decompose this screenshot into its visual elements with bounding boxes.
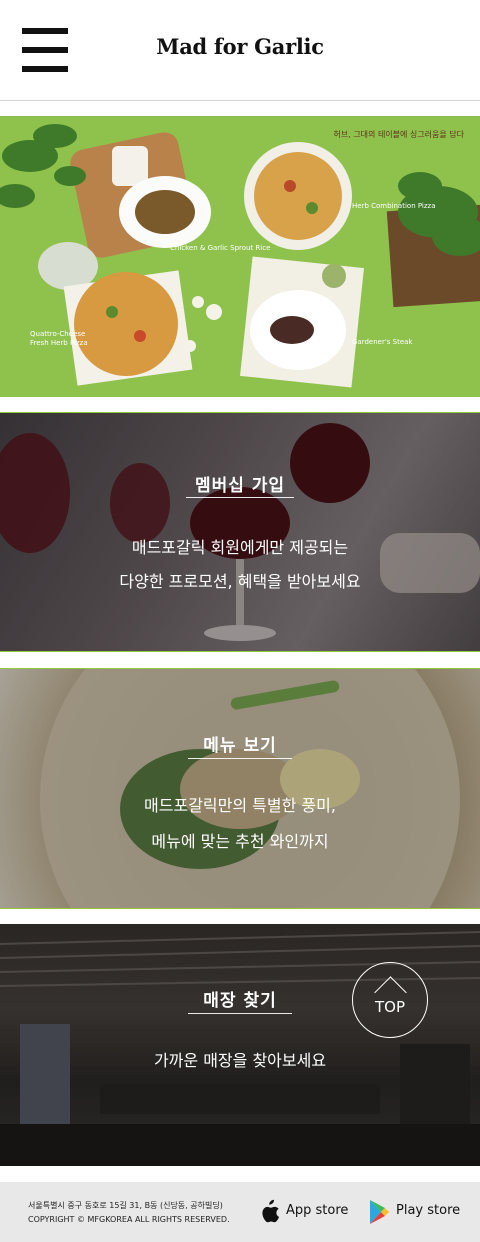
menu-title: 메뉴 보기 [203,736,277,756]
app-store-button[interactable]: App store [258,1199,352,1227]
play-store-label: Play store [396,1203,461,1218]
address-text: 서울특별시 중구 동호로 15길 31, B동 (신당동, 공하빌딩) [28,1201,223,1210]
store-desc-line1: 가까운 매장을 찾아보세요 [153,1051,327,1070]
apple-icon [262,1199,279,1223]
store-card[interactable]: 매장 찾기 가까운 매장을 찾아보세요 [0,924,480,1166]
menu-desc-line2: 메뉴에 맞는 추천 와인까지 [151,832,329,851]
caption-chicken-rice: Chicken & Garlic Sprout Rice [170,244,271,252]
menu-card[interactable]: 메뉴 보기 매드포갈릭만의 특별한 풍미, 메뉴에 맞는 추천 와인까지 [0,668,480,909]
site-footer: 서울특별시 중구 동호로 15길 31, B동 (신당동, 공하빌딩) COPY… [0,1182,480,1242]
footer-address: 서울특별시 중구 동호로 15길 31, B동 (신당동, 공하빌딩) COPY… [28,1199,230,1227]
hero-banner[interactable]: 허브, 그대의 테이블에 싱그러움을 담다 Chicken & Garlic S… [0,116,480,397]
hero-tagline: 허브, 그대의 테이블에 싱그러움을 담다 [333,130,464,139]
title-underline [188,1013,292,1014]
copyright-text: COPYRIGHT © MFGKOREA ALL RIGHTS RESERVED… [28,1215,230,1224]
title-underline [188,758,292,759]
membership-card[interactable]: 멤버십 가입 매드포갈릭 회원에게만 제공되는 다양한 프로모션, 혜택을 받아… [0,412,480,652]
membership-desc-line1: 매드포갈릭 회원에게만 제공되는 [131,538,349,557]
caption-quattro-line1: Quattro-Cheese [30,330,86,338]
play-store-button[interactable]: Play store [368,1199,464,1227]
caption-herb-combination-pizza: Herb Combination Pizza [352,202,436,210]
membership-title: 멤버십 가입 [194,476,286,496]
brand-logo[interactable]: Mad for Garlic [0,34,480,59]
top-label: TOP [374,998,405,1016]
hero-food-illustration [0,124,480,388]
app-store-label: App store [286,1203,349,1218]
google-play-icon [370,1200,389,1224]
caption-gardeners-steak: Gardener's Steak [352,338,413,346]
scroll-top-button[interactable]: TOP [352,962,428,1038]
caption-quattro-line2: Fresh Herb Pizza [30,339,88,347]
menu-desc-line1: 매드포갈릭만의 특별한 풍미, [144,796,336,815]
site-header: Mad for Garlic [0,0,480,101]
title-underline [186,497,294,498]
membership-desc-line2: 다양한 프로모션, 혜택을 받아보세요 [119,572,361,591]
